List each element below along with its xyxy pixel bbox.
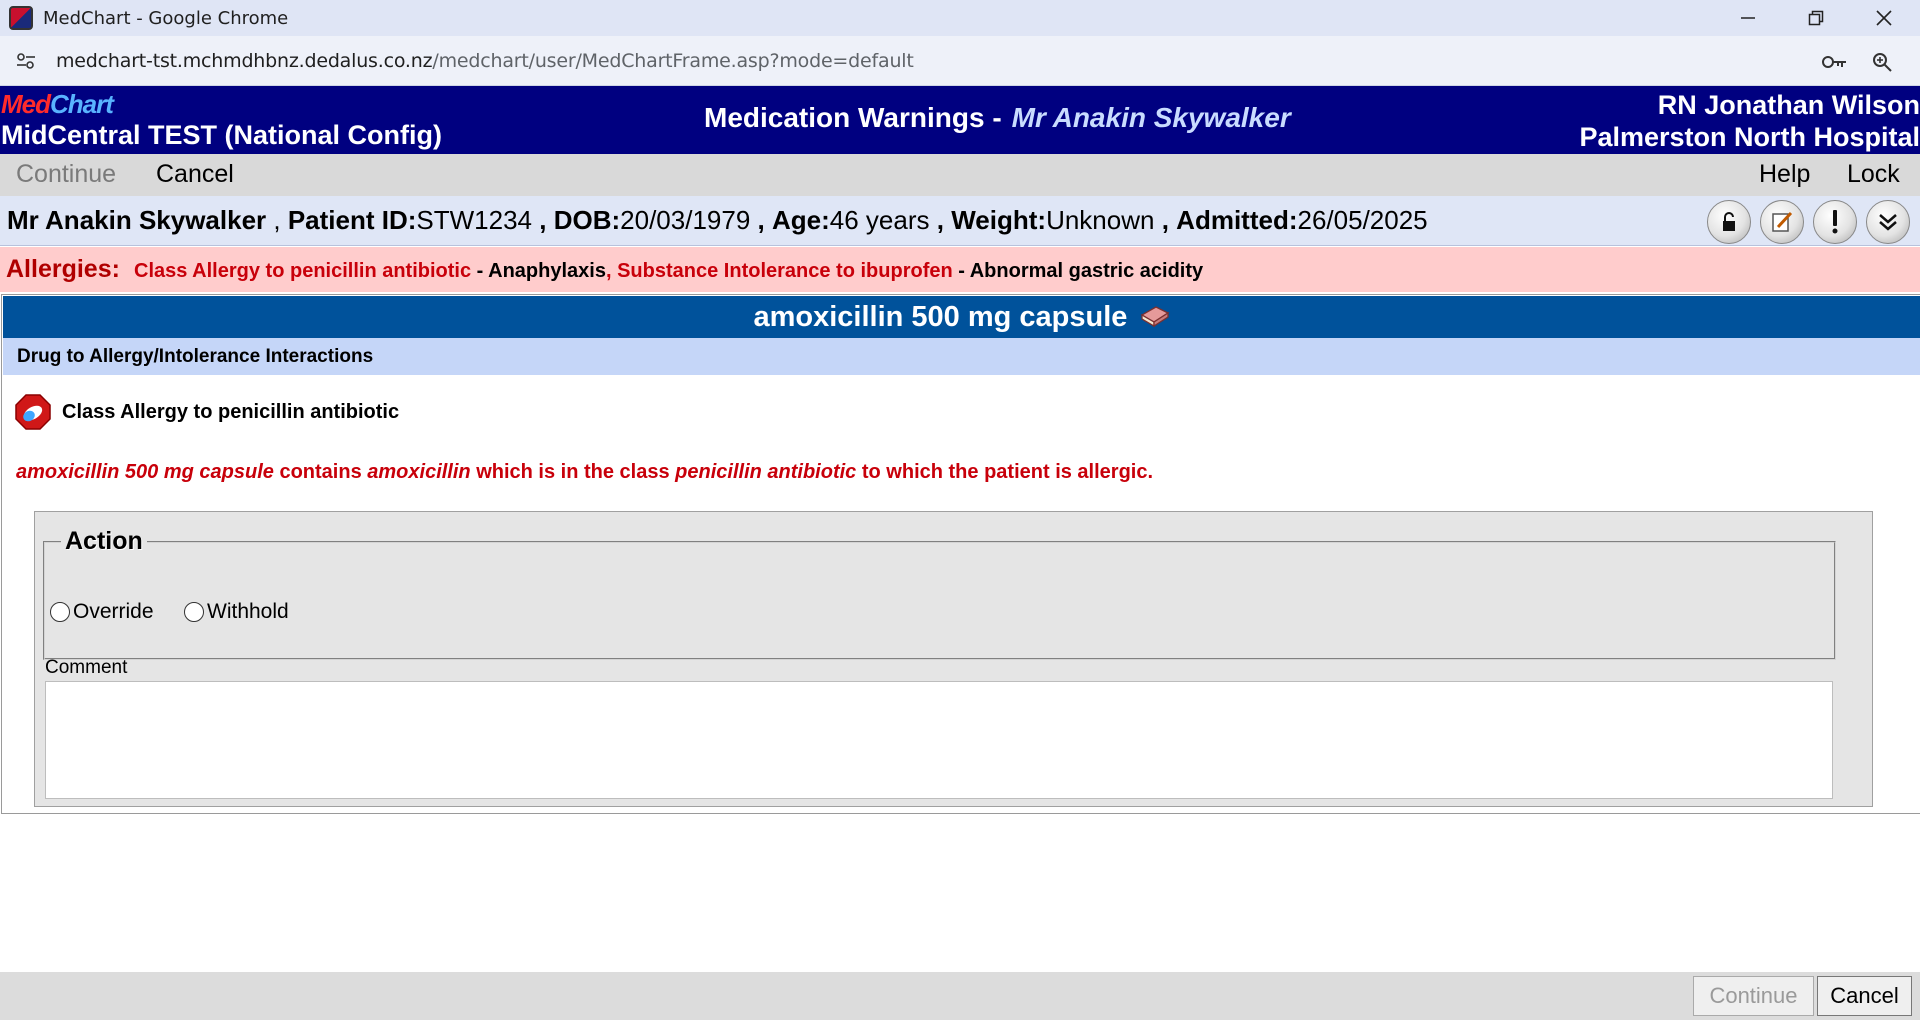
edit-notes-icon[interactable] <box>1760 200 1804 244</box>
drug-title: amoxicillin 500 mg capsule <box>753 301 1128 333</box>
patient-details: Mr Anakin Skywalker , Patient ID:STW1234… <box>7 205 1428 235</box>
url-path: /medchart/user/MedChartFrame.asp?mode=de… <box>432 49 914 72</box>
override-radio-button[interactable] <box>50 602 70 622</box>
window-title: MedChart - Google Chrome <box>43 7 289 29</box>
hospital-name: Palmerston North Hospital <box>1579 122 1920 152</box>
user-info: RN Jonathan Wilson Palmerston North Hosp… <box>1579 89 1920 153</box>
action-legend: Action <box>65 527 143 555</box>
allergy-bar: Allergies: Class Allergy to penicillin a… <box>0 247 1920 292</box>
comment-label: Comment <box>45 657 128 678</box>
interaction-row: Class Allergy to penicillin antibiotic <box>14 392 399 432</box>
menu-lock[interactable]: Lock <box>1847 160 1900 189</box>
footer-bar: Continue Cancel <box>0 972 1920 1020</box>
action-panel: Action Override Withhold Comment <box>34 511 1873 807</box>
key-icon[interactable] <box>1820 48 1848 76</box>
section-header: Drug to Allergy/Intolerance Interactions <box>3 338 1920 375</box>
drug-title-bar: amoxicillin 500 mg capsule <box>3 296 1920 338</box>
patient-id: STW1234 <box>416 205 533 235</box>
medchart-logo: MedChart <box>1 89 114 119</box>
allergy-list: Class Allergy to penicillin antibiotic -… <box>134 260 1204 282</box>
close-icon[interactable] <box>1850 0 1918 36</box>
allergy-reaction: Abnormal gastric acidity <box>969 260 1204 282</box>
allergy-reaction: Anaphylaxis <box>488 260 606 282</box>
url-text[interactable]: medchart-tst.mchmdhbnz.dedalus.co.nz/med… <box>56 50 914 72</box>
minimize-icon[interactable] <box>1714 0 1782 36</box>
menu-continue[interactable]: Continue <box>16 160 116 189</box>
cancel-button[interactable]: Cancel <box>1817 976 1912 1016</box>
patient-age: 46 years <box>829 205 930 235</box>
withhold-radio[interactable]: Withhold <box>184 600 289 624</box>
user-name: RN Jonathan Wilson <box>1657 90 1920 120</box>
menu-bar: Continue Cancel Help Lock <box>0 154 1920 196</box>
allergy-item: Substance Intolerance to ibuprofen <box>617 260 953 282</box>
patient-admitted: 26/05/2025 <box>1297 205 1428 235</box>
lock-icon[interactable] <box>1707 200 1751 244</box>
expand-icon[interactable] <box>1866 200 1910 244</box>
medchart-app-icon <box>9 6 33 30</box>
withhold-radio-button[interactable] <box>184 602 204 622</box>
continue-button[interactable]: Continue <box>1693 976 1814 1016</box>
tune-icon[interactable] <box>14 49 38 73</box>
allergies-label: Allergies: <box>6 255 120 283</box>
zoom-icon[interactable] <box>1868 48 1896 76</box>
menu-cancel[interactable]: Cancel <box>156 160 234 189</box>
stop-sign-icon <box>15 394 51 430</box>
interaction-label: Class Allergy to penicillin antibiotic <box>62 400 400 423</box>
url-host: medchart-tst.mchmdhbnz.dedalus.co.nz <box>56 49 433 72</box>
organisation-name: MidCentral TEST (National Config) <box>1 120 442 150</box>
alert-icon[interactable] <box>1813 200 1857 244</box>
app-header: MedChart MidCentral TEST (National Confi… <box>0 86 1920 154</box>
override-radio[interactable]: Override <box>50 600 154 624</box>
browser-title-bar: MedChart - Google Chrome <box>0 0 1920 36</box>
patient-dob: 20/03/1979 <box>620 205 751 235</box>
patient-name: Mr Anakin Skywalker <box>7 205 267 235</box>
page-title: Medication Warnings - Mr Anakin Skywalker <box>704 102 1291 133</box>
allergy-item: Class Allergy to penicillin antibiotic <box>134 260 472 282</box>
interaction-warning: amoxicillin 500 mg capsule contains amox… <box>16 461 1154 483</box>
override-label: Override <box>73 600 154 623</box>
book-icon[interactable] <box>1140 297 1170 339</box>
patient-banner: Mr Anakin Skywalker , Patient ID:STW1234… <box>0 196 1920 246</box>
withhold-label: Withhold <box>207 600 289 623</box>
address-bar: medchart-tst.mchmdhbnz.dedalus.co.nz/med… <box>0 36 1920 86</box>
restore-icon[interactable] <box>1782 0 1850 36</box>
comment-field[interactable] <box>45 681 1833 799</box>
patient-weight: Unknown <box>1046 205 1155 235</box>
header-patient-name: Mr Anakin Skywalker <box>1011 102 1291 133</box>
action-fieldset: Action Override Withhold <box>43 527 1836 660</box>
menu-help[interactable]: Help <box>1759 160 1810 189</box>
